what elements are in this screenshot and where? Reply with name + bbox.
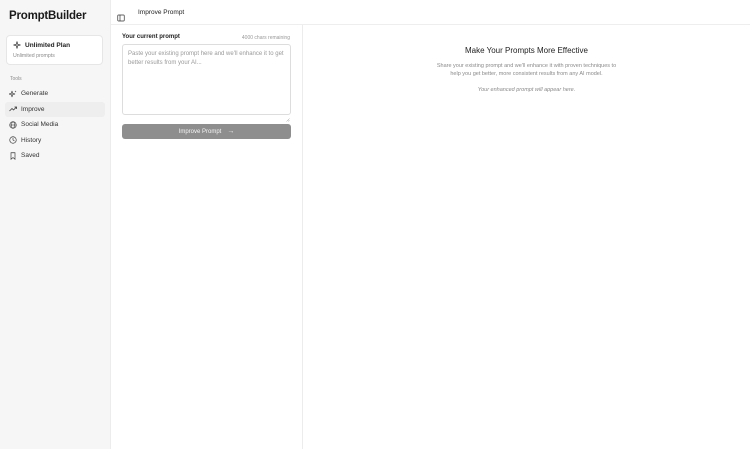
page-title: Improve Prompt xyxy=(138,9,185,16)
sidebar-item-label: Social Media xyxy=(21,121,59,129)
sparkles-icon xyxy=(9,90,17,98)
clock-icon xyxy=(9,136,17,144)
sidebar-item-label: Saved xyxy=(21,152,40,160)
sidebar-item-saved[interactable]: Saved xyxy=(5,148,105,164)
sidebar: PromptBuilder Unlimited Plan Unlimited p… xyxy=(0,0,111,449)
globe-icon xyxy=(9,121,17,129)
output-pane: Make Your Prompts More Effective Share y… xyxy=(303,25,750,449)
prompt-field-label: Your current prompt xyxy=(122,34,180,40)
plan-card[interactable]: Unlimited Plan Unlimited prompts xyxy=(6,35,103,65)
empty-state-description: Share your existing prompt and we'll enh… xyxy=(436,63,617,77)
sidebar-item-label: Generate xyxy=(21,90,49,98)
plan-title: Unlimited Plan xyxy=(25,41,71,49)
sidebar-item-generate[interactable]: Generate xyxy=(5,86,105,102)
top-bar: Improve Prompt xyxy=(111,0,750,25)
prompt-input[interactable] xyxy=(122,44,291,115)
improve-prompt-button[interactable]: Improve Prompt → xyxy=(122,124,291,139)
brand-logo[interactable]: PromptBuilder xyxy=(9,10,86,22)
char-count: 4000 chars remaining xyxy=(241,35,290,41)
sidebar-toggle-icon[interactable] xyxy=(117,9,125,22)
sidebar-nav: Generate Improve Social Media History Sa… xyxy=(5,86,105,164)
sidebar-item-label: Improve xyxy=(21,105,45,113)
resize-handle-icon[interactable] xyxy=(286,109,290,122)
empty-state-title: Make Your Prompts More Effective xyxy=(464,46,589,55)
trending-up-icon xyxy=(9,105,17,113)
empty-state-note: Your enhanced prompt will appear here. xyxy=(477,87,576,93)
plan-title-row: Unlimited Plan xyxy=(13,41,70,49)
plan-subtitle: Unlimited prompts xyxy=(13,53,55,59)
sidebar-item-history[interactable]: History xyxy=(5,133,105,149)
arrow-right-icon: → xyxy=(227,128,235,135)
bookmark-icon xyxy=(9,152,17,160)
sidebar-item-label: History xyxy=(21,136,42,144)
sidebar-item-social-media[interactable]: Social Media xyxy=(5,117,105,133)
input-pane: Your current prompt 4000 chars remaining… xyxy=(111,25,303,449)
sparkle-icon xyxy=(13,41,21,49)
app-window: PromptBuilder Unlimited Plan Unlimited p… xyxy=(0,0,750,449)
improve-button-label: Improve Prompt xyxy=(178,128,222,135)
sidebar-item-improve[interactable]: Improve xyxy=(5,101,105,117)
main-content: Improve Prompt Your current prompt 4000 … xyxy=(111,0,750,449)
tools-section-label: Tools xyxy=(10,76,22,82)
